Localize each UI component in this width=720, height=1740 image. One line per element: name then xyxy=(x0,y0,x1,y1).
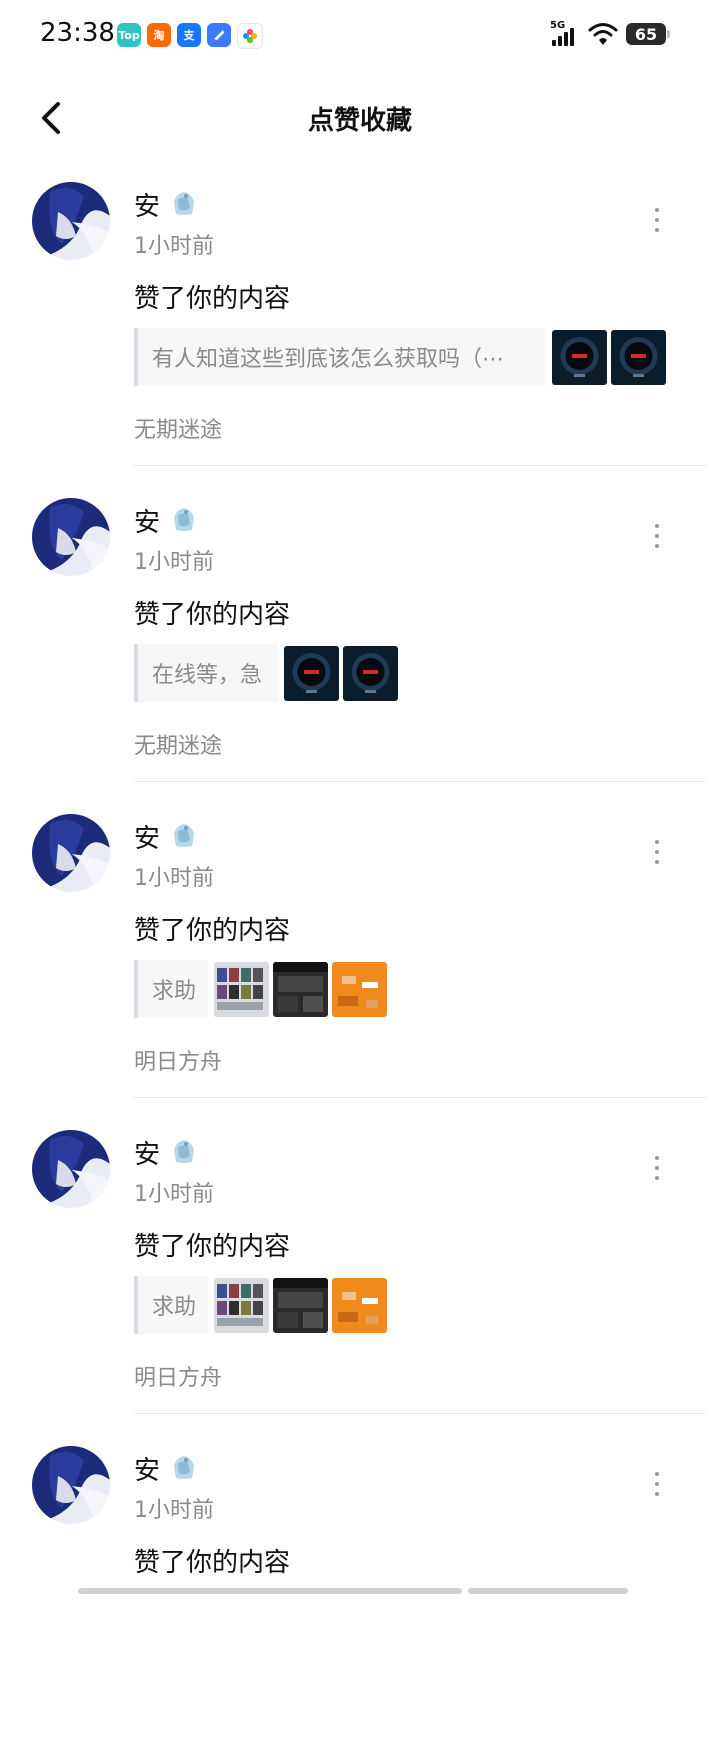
thumbnail-row xyxy=(284,646,398,701)
avatar[interactable] xyxy=(32,1130,110,1208)
status-time: 23:38 xyxy=(40,18,115,48)
more-options-button[interactable] xyxy=(646,524,668,548)
taobao-icon: 淘 xyxy=(147,23,171,47)
thumbnail-row xyxy=(552,330,666,385)
cellular-signal-icon: 5G xyxy=(550,20,580,48)
username[interactable]: 安 xyxy=(134,818,160,855)
user-badge-icon xyxy=(168,820,198,850)
status-bar: 23:38 Top 淘 支 5G 65 xyxy=(0,0,720,72)
user-badge-icon xyxy=(168,504,198,534)
timestamp: 1小时前 xyxy=(134,1182,214,1207)
divider xyxy=(134,465,706,466)
battery-icon: 65 xyxy=(626,23,670,45)
quoted-post-text: 在线等，急 xyxy=(152,663,263,688)
username[interactable]: 安 xyxy=(134,1134,160,1171)
content-thumbnail[interactable] xyxy=(332,1278,387,1333)
timestamp: 1小时前 xyxy=(134,234,214,259)
quoted-post[interactable]: 求助 xyxy=(134,1276,387,1334)
action-text: 赞了你的内容 xyxy=(134,1232,291,1262)
quoted-post[interactable]: 求助 xyxy=(134,960,387,1018)
source-community[interactable]: 无期迷途 xyxy=(134,728,222,760)
content-thumbnail[interactable] xyxy=(273,1278,328,1333)
divider xyxy=(134,1097,706,1098)
alipay-icon: 支 xyxy=(177,23,201,47)
action-text: 赞了你的内容 xyxy=(134,284,291,314)
more-options-button[interactable] xyxy=(646,208,668,232)
user-badge-icon xyxy=(168,188,198,218)
content-thumbnail[interactable] xyxy=(332,962,387,1017)
notification-list: 安 1小时前 赞了你的内容 有人知道这些到底该怎么获取吗（⋯ 无期迷途安 1小时前 赞了你的… xyxy=(0,160,720,1740)
content-thumbnail[interactable] xyxy=(611,330,666,385)
thumbnail-row xyxy=(214,962,387,1017)
timestamp: 1小时前 xyxy=(134,866,214,891)
quoted-post-text: 求助 xyxy=(152,979,197,1004)
quoted-post[interactable]: 有人知道这些到底该怎么获取吗（⋯ xyxy=(134,328,666,386)
divider xyxy=(134,1413,706,1414)
notification-card[interactable]: 安 1小时前赞了你的内容求助明日方舟 xyxy=(0,792,720,1108)
system-icons: 5G 65 xyxy=(550,20,670,48)
timestamp: 1小时前 xyxy=(134,550,214,575)
quoted-post-text: 有人知道这些到底该怎么获取吗（⋯ xyxy=(152,347,505,372)
action-text: 赞了你的内容 xyxy=(134,916,291,946)
content-thumbnail[interactable] xyxy=(273,962,328,1017)
content-thumbnail[interactable] xyxy=(284,646,339,701)
browser-icon xyxy=(207,23,231,47)
action-text: 赞了你的内容 xyxy=(134,600,291,630)
user-badge-icon xyxy=(168,1136,198,1166)
home-indicator[interactable] xyxy=(78,1588,628,1594)
divider xyxy=(134,781,706,782)
avatar[interactable] xyxy=(32,1446,110,1524)
more-options-button[interactable] xyxy=(646,1156,668,1180)
more-options-button[interactable] xyxy=(646,840,668,864)
username[interactable]: 安 xyxy=(134,186,160,223)
source-community[interactable]: 无期迷途 xyxy=(134,412,222,444)
top-bar: 点赞收藏 xyxy=(0,80,720,156)
taptap-icon: Top xyxy=(117,23,141,47)
username[interactable]: 安 xyxy=(134,502,160,539)
quoted-post[interactable]: 在线等，急 xyxy=(134,644,398,702)
user-badge-icon xyxy=(168,1452,198,1482)
photos-icon xyxy=(237,23,263,49)
content-thumbnail[interactable] xyxy=(343,646,398,701)
content-thumbnail[interactable] xyxy=(552,330,607,385)
more-options-button[interactable] xyxy=(646,1472,668,1496)
thumbnail-row xyxy=(214,1278,387,1333)
timestamp: 1小时前 xyxy=(134,1498,214,1523)
avatar[interactable] xyxy=(32,814,110,892)
notification-card[interactable]: 安 1小时前赞了你的内容有人知道这些到底该怎么获取吗（⋯ 无期迷途 xyxy=(0,160,720,476)
quoted-post-text: 求助 xyxy=(152,1295,197,1320)
avatar[interactable] xyxy=(32,182,110,260)
source-community[interactable]: 明日方舟 xyxy=(134,1044,222,1076)
page-title: 点赞收藏 xyxy=(307,106,412,136)
notification-card[interactable]: 安 1小时前赞了你的内容求助明日方舟 xyxy=(0,1108,720,1424)
content-thumbnail[interactable] xyxy=(214,962,269,1017)
avatar[interactable] xyxy=(32,498,110,576)
username[interactable]: 安 xyxy=(134,1450,160,1487)
notification-card[interactable]: 安 1小时前赞了你的内容在线等，急无期迷途 xyxy=(0,476,720,792)
content-thumbnail[interactable] xyxy=(214,1278,269,1333)
source-community[interactable]: 明日方舟 xyxy=(134,1360,222,1392)
notification-card[interactable]: 安 1小时前赞了你的内容 xyxy=(0,1424,720,1740)
action-text: 赞了你的内容 xyxy=(134,1548,291,1578)
wifi-icon xyxy=(588,23,618,45)
notification-app-icons: Top 淘 支 xyxy=(117,23,263,49)
